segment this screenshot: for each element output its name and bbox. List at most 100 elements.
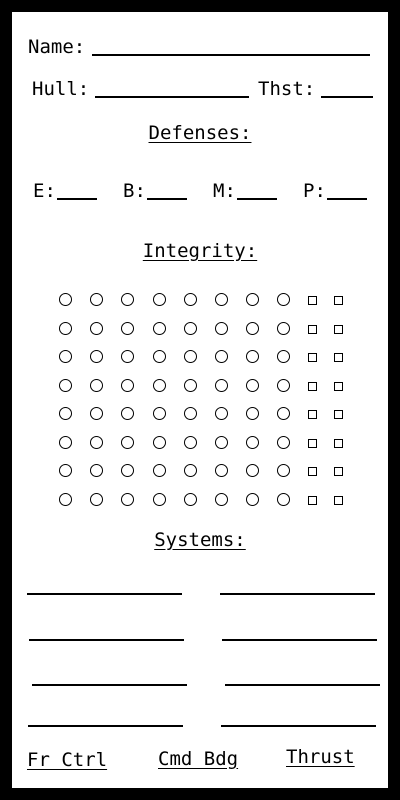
integrity-box[interactable] (121, 350, 135, 363)
name-field-line[interactable] (92, 54, 370, 56)
integrity-box[interactable] (277, 407, 291, 420)
system-slot-line[interactable] (32, 684, 187, 686)
integrity-box[interactable] (183, 350, 197, 363)
integrity-box[interactable] (90, 464, 104, 477)
integrity-reserve-box[interactable] (334, 438, 343, 448)
integrity-box[interactable] (215, 321, 228, 335)
integrity-box[interactable] (121, 464, 135, 477)
integrity-box[interactable] (246, 350, 260, 363)
system-slot-line[interactable] (27, 593, 182, 595)
integrity-box[interactable] (183, 492, 197, 506)
integrity-box[interactable] (121, 293, 135, 306)
hull-field-line[interactable] (95, 96, 249, 98)
integrity-box[interactable] (246, 407, 260, 420)
integrity-reserve-box[interactable] (308, 324, 317, 334)
integrity-box[interactable] (90, 378, 104, 392)
integrity-box[interactable] (246, 464, 260, 477)
integrity-reserve-box[interactable] (334, 410, 343, 419)
integrity-reserve-box[interactable] (308, 438, 317, 448)
integrity-box[interactable] (121, 492, 135, 506)
integrity-box[interactable] (90, 293, 104, 306)
thrust-field-line[interactable] (321, 96, 373, 98)
integrity-box[interactable] (152, 350, 166, 363)
integrity-box[interactable] (183, 464, 197, 477)
integrity-box[interactable] (277, 435, 291, 449)
defense-m-line[interactable] (237, 198, 277, 200)
integrity-box[interactable] (183, 435, 197, 449)
integrity-reserve-box[interactable] (308, 410, 317, 419)
integrity-box[interactable] (277, 378, 291, 392)
integrity-box[interactable] (183, 321, 197, 335)
integrity-box[interactable] (121, 321, 135, 335)
integrity-box[interactable] (59, 321, 72, 335)
system-slot-line[interactable] (222, 639, 377, 641)
integrity-box[interactable] (277, 492, 291, 506)
integrity-box[interactable] (59, 350, 72, 363)
integrity-reserve-box[interactable] (334, 495, 343, 505)
integrity-box[interactable] (215, 350, 228, 363)
integrity-box[interactable] (215, 492, 228, 506)
integrity-box[interactable] (277, 321, 291, 335)
integrity-box[interactable] (277, 464, 291, 477)
system-slot-line[interactable] (221, 725, 376, 727)
integrity-box[interactable] (59, 435, 72, 449)
integrity-box[interactable] (90, 407, 104, 420)
command-badge-label: Cmd Bdg (158, 748, 239, 770)
integrity-box[interactable] (246, 321, 260, 335)
defense-p-line[interactable] (327, 198, 367, 200)
integrity-box[interactable] (152, 464, 166, 477)
integrity-box[interactable] (215, 464, 228, 477)
integrity-reserve-box[interactable] (334, 296, 343, 305)
integrity-box[interactable] (59, 492, 72, 506)
integrity-box[interactable] (90, 492, 104, 506)
integrity-heading: Integrity: (142, 240, 258, 262)
integrity-box[interactable] (215, 378, 228, 392)
system-slot-line[interactable] (29, 639, 184, 641)
integrity-reserve-box[interactable] (334, 467, 343, 476)
integrity-box[interactable] (90, 350, 104, 363)
integrity-reserve-box[interactable] (334, 353, 343, 362)
integrity-box[interactable] (59, 464, 72, 477)
integrity-box[interactable] (121, 435, 135, 449)
integrity-box[interactable] (152, 293, 166, 306)
integrity-reserve-box[interactable] (334, 324, 343, 334)
integrity-box[interactable] (59, 407, 72, 420)
integrity-box[interactable] (183, 407, 197, 420)
defense-b-line[interactable] (147, 198, 187, 200)
integrity-box[interactable] (215, 435, 228, 449)
integrity-box[interactable] (277, 293, 291, 306)
integrity-box[interactable] (183, 378, 197, 392)
integrity-reserve-box[interactable] (334, 381, 343, 391)
defense-e-line[interactable] (57, 198, 97, 200)
system-slot-line[interactable] (28, 725, 183, 727)
integrity-reserve-box[interactable] (308, 296, 317, 305)
integrity-box[interactable] (246, 293, 260, 306)
integrity-box[interactable] (59, 378, 72, 392)
defense-p-label: P: (303, 180, 326, 202)
integrity-box[interactable] (59, 293, 72, 306)
system-slot-line[interactable] (220, 593, 375, 595)
integrity-box[interactable] (152, 407, 166, 420)
integrity-box[interactable] (90, 321, 104, 335)
integrity-reserve-box[interactable] (308, 353, 317, 362)
integrity-box[interactable] (152, 435, 166, 449)
systems-heading: Systems: (154, 529, 246, 551)
integrity-box[interactable] (121, 378, 135, 392)
integrity-box[interactable] (246, 435, 260, 449)
integrity-box[interactable] (152, 492, 166, 506)
integrity-box[interactable] (215, 293, 228, 306)
integrity-reserve-box[interactable] (308, 381, 317, 391)
integrity-reserve-box[interactable] (308, 495, 317, 505)
integrity-box[interactable] (183, 293, 197, 306)
defense-m-label: M: (213, 180, 236, 202)
integrity-box[interactable] (246, 378, 260, 392)
integrity-box[interactable] (152, 378, 166, 392)
integrity-reserve-box[interactable] (308, 467, 317, 476)
integrity-box[interactable] (277, 350, 291, 363)
integrity-box[interactable] (152, 321, 166, 335)
integrity-box[interactable] (215, 407, 228, 420)
system-slot-line[interactable] (225, 684, 380, 686)
integrity-box[interactable] (246, 492, 260, 506)
integrity-box[interactable] (121, 407, 135, 420)
integrity-box[interactable] (90, 435, 104, 449)
